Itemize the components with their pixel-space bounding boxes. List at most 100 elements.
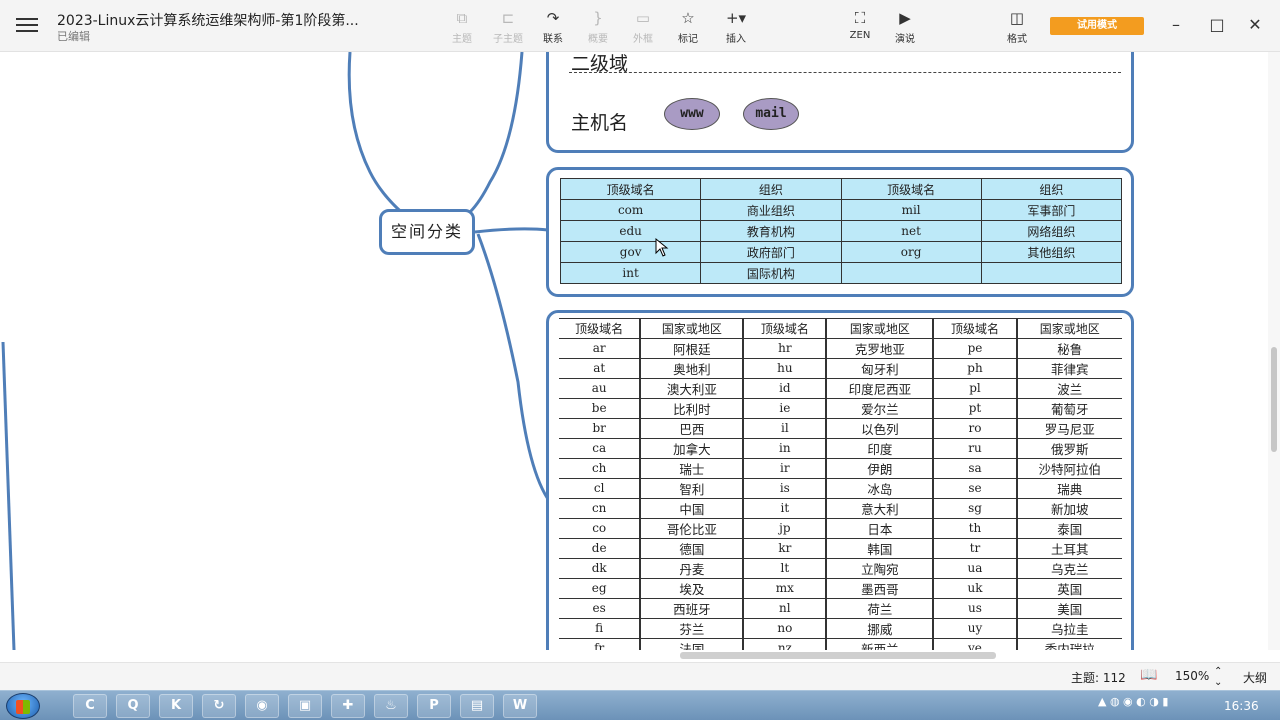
taskbar-app-icon[interactable]: Q (116, 694, 150, 718)
table-cell: be (559, 397, 642, 419)
summary-button[interactable]: } 概要 (574, 8, 622, 45)
pitch-button[interactable]: ▶ 演说 (881, 8, 929, 45)
table-cell: net (840, 220, 982, 242)
hamburger-menu-icon[interactable] (16, 14, 38, 36)
table-cell: 日本 (826, 517, 935, 539)
taskbar-app-icon[interactable]: ◉ (245, 694, 279, 718)
mindmap-canvas[interactable]: 二级域 主机名 www mail 空间分类 顶级域名 组织 顶级域名 组织 co… (0, 52, 1268, 650)
scrollbar-thumb[interactable] (1271, 347, 1277, 452)
table-cell: 立陶宛 (826, 557, 935, 579)
table-row: dk 丹麦 lt 立陶宛 ua 乌克兰 (559, 557, 1122, 579)
table-cell: kr (743, 537, 828, 559)
topic-button[interactable]: ⧉ 主题 (438, 8, 486, 45)
book-icon[interactable]: 📖 (1140, 667, 1157, 683)
boundary-button[interactable]: ▭ 外框 (619, 8, 667, 45)
zen-button[interactable]: ⛶ ZEN (836, 8, 884, 41)
table-cell: ve (933, 637, 1018, 650)
table-cell: 丹麦 (640, 557, 745, 579)
table-cell: uy (933, 617, 1018, 639)
table-cell: tr (933, 537, 1018, 559)
taskbar-app-icon[interactable]: ↻ (202, 694, 236, 718)
document-status: 已编辑 (57, 30, 90, 43)
table-row: es 西班牙 nl 荷兰 us 美国 (559, 597, 1122, 619)
connector-upper-branch (468, 52, 524, 214)
table-cell: fi (559, 617, 642, 639)
taskbar-app-icon[interactable]: ♨ (374, 694, 408, 718)
scrollbar-thumb[interactable] (680, 652, 996, 659)
format-panel-icon: ◫ (1009, 9, 1025, 27)
table-cell: 克罗地亚 (826, 337, 935, 359)
table-cell: sg (933, 497, 1018, 519)
host-node-mail[interactable]: mail (743, 98, 799, 130)
topic-count: 主题: 112 (1071, 671, 1126, 685)
table-cell: 挪威 (826, 617, 935, 639)
table-cell: edu (559, 220, 702, 242)
topic-icon: ⧉ (456, 9, 468, 27)
table-cell: 埃及 (640, 577, 745, 599)
mouse-cursor-icon (655, 237, 669, 257)
table-cell: 其他组织 (980, 241, 1123, 263)
start-button[interactable] (6, 693, 40, 719)
relationship-button[interactable]: ↷ 联系 (529, 8, 577, 45)
connector-upper-left (347, 52, 421, 229)
table-cell: hr (743, 337, 828, 359)
table-row: eg 埃及 mx 墨西哥 uk 英国 (559, 577, 1122, 599)
play-icon: ▶ (899, 9, 911, 27)
format-button[interactable]: ◫ 格式 (993, 8, 1041, 45)
host-node-www[interactable]: www (664, 98, 720, 130)
table-row: com 商业组织 mil 军事部门 (559, 199, 1123, 221)
table-cell: ru (933, 437, 1018, 459)
table-row: co 哥伦比亚 jp 日本 th 泰国 (559, 517, 1122, 539)
table-cell: 罗马尼亚 (1016, 417, 1122, 439)
minimize-icon[interactable]: – (1163, 13, 1189, 37)
table-row: be 比利时 ie 爱尔兰 pt 葡萄牙 (559, 397, 1122, 419)
maximize-icon[interactable]: □ (1204, 13, 1230, 37)
table-cell: 印度 (826, 437, 935, 459)
taskbar-app-icon[interactable]: ▣ (288, 694, 322, 718)
taskbar-app-icon[interactable]: K (159, 694, 193, 718)
table-header: 顶级域名 (559, 178, 702, 200)
table-cell: 瑞典 (1016, 477, 1122, 499)
taskbar-app-icon[interactable]: ▤ (460, 694, 494, 718)
table-cell: 新西兰 (826, 637, 935, 650)
trial-mode-button[interactable]: 试用模式 (1050, 17, 1144, 35)
topic-space-classification[interactable]: 空间分类 (379, 209, 475, 255)
table-cell: it (743, 497, 828, 519)
table-row: cn 中国 it 意大利 sg 新加坡 (559, 497, 1122, 519)
table-row: at 奥地利 hu 匈牙利 ph 菲律宾 (559, 357, 1122, 379)
table-cell: 匈牙利 (826, 357, 935, 379)
close-icon[interactable]: ✕ (1242, 13, 1268, 37)
taskbar-app-icon[interactable]: C (73, 694, 107, 718)
table-cell: es (559, 597, 642, 619)
table-cell: 韩国 (826, 537, 935, 559)
table-cell: mx (743, 577, 828, 599)
org-domain-table: 顶级域名 组织 顶级域名 组织 com 商业组织 mil 军事部门 edu 教育… (559, 178, 1123, 284)
table-cell: 军事部门 (980, 199, 1123, 221)
table-cell: 沙特阿拉伯 (1016, 457, 1122, 479)
table-cell: 以色列 (826, 417, 935, 439)
hostname-label: 主机名 (571, 112, 629, 134)
table-cell: 乌克兰 (1016, 557, 1122, 579)
taskbar-app-icon[interactable]: W (503, 694, 537, 718)
zoom-level[interactable]: 150% (1175, 669, 1209, 683)
domain-hierarchy-box[interactable] (546, 52, 1134, 153)
taskbar-app-icon[interactable]: P (417, 694, 451, 718)
zoom-stepper-icon[interactable]: ⌃ ⌄ (1214, 666, 1222, 688)
table-cell: 中国 (640, 497, 745, 519)
table-cell: no (743, 617, 828, 639)
table-header: 组织 (700, 178, 842, 200)
marker-button[interactable]: ☆ 标记 (664, 8, 712, 45)
subtopic-button[interactable]: ⊏ 子主题 (484, 8, 532, 45)
table-cell: 菲律宾 (1016, 357, 1122, 379)
table-cell: 墨西哥 (826, 577, 935, 599)
table-cell: 秘鲁 (1016, 337, 1122, 359)
relationship-icon: ↷ (546, 9, 560, 27)
outline-button[interactable]: 大纲 (1243, 669, 1267, 686)
table-header: 国家或地区 (1016, 318, 1122, 339)
vertical-scrollbar[interactable] (1268, 52, 1280, 650)
system-tray[interactable]: ▲ ◍ ◉ ◐ ◑ ▮ (1098, 695, 1226, 717)
horizontal-scrollbar[interactable] (0, 650, 1268, 662)
table-cell: 德国 (640, 537, 745, 559)
insert-button[interactable]: +▾ 插入 (712, 8, 760, 45)
taskbar-app-icon[interactable]: ✚ (331, 694, 365, 718)
